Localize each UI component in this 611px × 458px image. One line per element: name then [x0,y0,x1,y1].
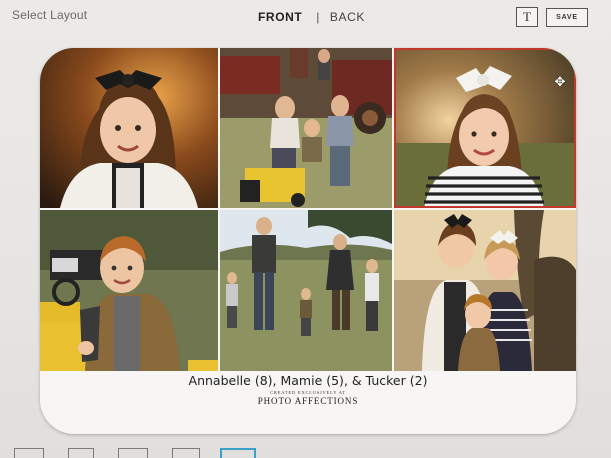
photo-girl-white-bow [394,48,576,208]
layout-thumb-4[interactable] [172,448,200,458]
photo-slot-6[interactable] [394,210,576,371]
tab-back[interactable]: BACK [330,10,365,24]
photo-boy-toy-car [40,210,218,371]
photo-grid: ✥ [40,48,576,371]
layout-thumb-5-active[interactable] [220,448,256,458]
tab-separator: | [316,10,320,24]
photo-slot-4[interactable] [40,210,218,371]
photo-slot-3[interactable]: ✥ [394,48,576,208]
photo-slot-5[interactable] [220,210,392,371]
move-arrows-icon[interactable]: ✥ [552,74,568,90]
top-toolbar: Select Layout FRONT | BACK T SAVE [0,0,611,38]
card-caption: Annabelle (8), Mamie (5), & Tucker (2) C… [40,371,576,406]
caption-created-by: CREATED EXCLUSIVELY AT [270,390,346,395]
layout-thumb-3[interactable] [118,448,148,458]
photo-girl-bow [40,48,218,208]
side-tabs: FRONT | BACK [258,10,365,24]
select-layout-link[interactable]: Select Layout [12,8,87,22]
photo-slot-1[interactable] [40,48,218,208]
layout-thumb-1[interactable] [14,448,44,458]
photo-family-field [220,210,392,371]
photo-slot-2[interactable] [220,48,392,208]
tab-front[interactable]: FRONT [258,10,302,24]
text-tool-button[interactable]: T [516,7,538,27]
photo-kids-tractor [220,48,392,208]
card-preview: ✥ Annabelle (8), Mamie (5), & Tucker (2)… [40,48,576,434]
layout-thumb-2[interactable] [68,448,94,458]
photo-three-kids-tree [394,210,576,371]
save-button[interactable]: SAVE [546,8,588,27]
caption-brand: PHOTO AFFECTIONS [257,396,359,406]
layout-thumbnails [0,446,611,458]
caption-names[interactable]: Annabelle (8), Mamie (5), & Tucker (2) [40,373,576,388]
